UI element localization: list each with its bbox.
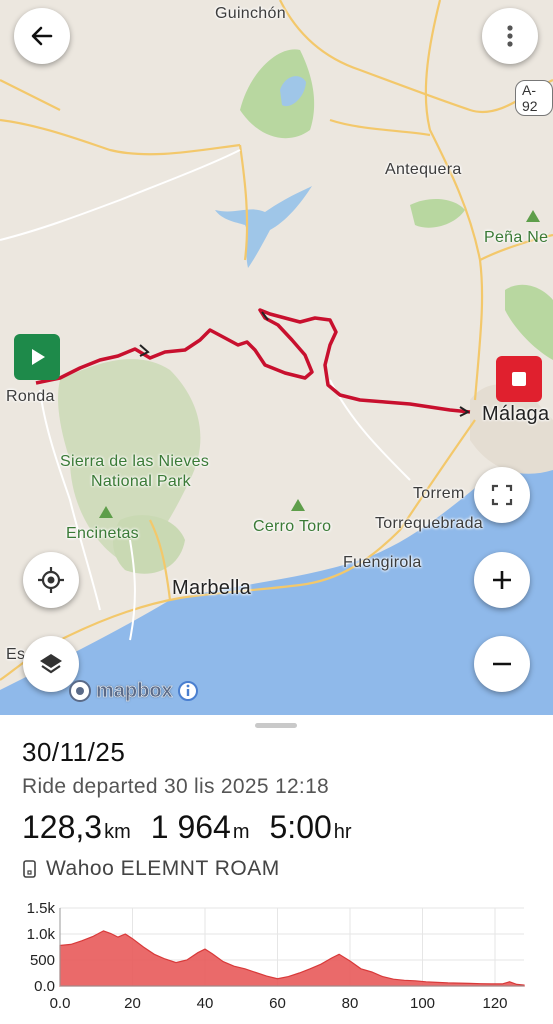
- more-vertical-icon: [507, 25, 513, 47]
- map-label-fuengirola: Fuengirola: [343, 554, 422, 571]
- plus-icon: [493, 571, 511, 589]
- x-tick-label: 80: [342, 995, 359, 1012]
- elevation-unit: m: [232, 821, 250, 843]
- x-tick-label: 0.0: [50, 995, 71, 1012]
- x-tick-label: 100: [410, 995, 435, 1012]
- mapbox-attribution[interactable]: mapbox: [68, 679, 199, 703]
- map-label-sierra-line2: National Park: [91, 473, 191, 490]
- locate-button[interactable]: [23, 552, 79, 608]
- y-tick-label: 500: [30, 952, 55, 969]
- y-tick-label: 1.0k: [27, 926, 56, 943]
- elevation-chart[interactable]: 0.0 500 1.0k 1.5k 0.0 20 40 60 80 100 120: [0, 895, 553, 1024]
- layers-icon: [40, 654, 62, 674]
- minus-icon: [493, 662, 511, 666]
- peak-icon: [99, 506, 113, 518]
- duration-unit: hr: [333, 821, 352, 843]
- more-options-button[interactable]: [482, 8, 538, 64]
- duration-stat: 5:00 hr: [270, 809, 352, 846]
- y-tick-label: 0.0: [34, 978, 55, 995]
- device-icon: [23, 860, 36, 878]
- x-tick-label: 20: [124, 995, 141, 1012]
- elevation-value: 1 964: [150, 809, 231, 845]
- map-label-guinchon: Guinchón: [215, 5, 286, 22]
- play-icon: [32, 349, 45, 365]
- sheet-drag-handle[interactable]: [255, 723, 297, 728]
- y-tick-label: 1.5k: [27, 900, 56, 917]
- zoom-in-button[interactable]: [474, 552, 530, 608]
- back-button[interactable]: [14, 8, 70, 64]
- duration-value: 5:00: [269, 809, 332, 845]
- ride-details-sheet: 30/11/25 Ride departed 30 lis 2025 12:18…: [0, 715, 553, 1024]
- map-label-marbella: Marbella: [172, 577, 252, 599]
- map-label-pena: Peña Ne: [484, 229, 549, 246]
- zoom-out-button[interactable]: [474, 636, 530, 692]
- map-label-cerro-toro: Cerro Toro: [253, 518, 332, 535]
- crosshair-icon: [38, 567, 64, 593]
- distance-stat: 128,3 km: [22, 809, 131, 846]
- map-label-antequera: Antequera: [385, 161, 462, 178]
- mapbox-wordmark: mapbox: [96, 679, 173, 702]
- road-shield-a92: A-92: [515, 80, 553, 116]
- elevation-area: [59, 930, 525, 987]
- x-tick-label: 40: [197, 995, 214, 1012]
- device-name: Wahoo ELEMNT ROAM: [46, 857, 280, 880]
- ride-departed-text: Ride departed 30 lis 2025 12:18: [22, 775, 330, 798]
- peak-icon: [291, 499, 305, 511]
- map-view[interactable]: Guinchón Antequera Peña Ne A-92 Ronda Má…: [0, 0, 553, 715]
- map-label-encinetas: Encinetas: [66, 525, 139, 542]
- map-label-torrem: Torrem: [413, 485, 465, 502]
- ride-stats: 128,3 km 1 964 m 5:00 hr: [22, 809, 352, 846]
- elevation-stat: 1 964 m: [151, 809, 250, 846]
- distance-value: 128,3: [22, 809, 103, 845]
- arrow-left-icon: [31, 26, 53, 46]
- map-label-malaga: Málaga: [482, 403, 550, 425]
- distance-unit: km: [104, 821, 131, 843]
- x-tick-label: 60: [269, 995, 286, 1012]
- ride-date: 30/11/25: [22, 737, 126, 767]
- mapbox-logo-icon: [69, 680, 91, 702]
- map-label-sierra-line1: Sierra de las Nieves: [60, 453, 210, 470]
- device-row: Wahoo ELEMNT ROAM: [22, 857, 280, 881]
- stop-icon: [512, 372, 526, 386]
- map-label-ronda: Ronda: [6, 388, 55, 405]
- end-marker[interactable]: [496, 356, 542, 402]
- map-label-torrequebrada: Torrequebrada: [375, 515, 483, 532]
- map-base: [0, 0, 553, 715]
- fullscreen-icon: [491, 484, 513, 506]
- peak-icon: [526, 210, 540, 222]
- fullscreen-button[interactable]: [474, 467, 530, 523]
- x-tick-label: 120: [482, 995, 507, 1012]
- start-marker[interactable]: [14, 334, 60, 380]
- info-icon[interactable]: [177, 680, 199, 702]
